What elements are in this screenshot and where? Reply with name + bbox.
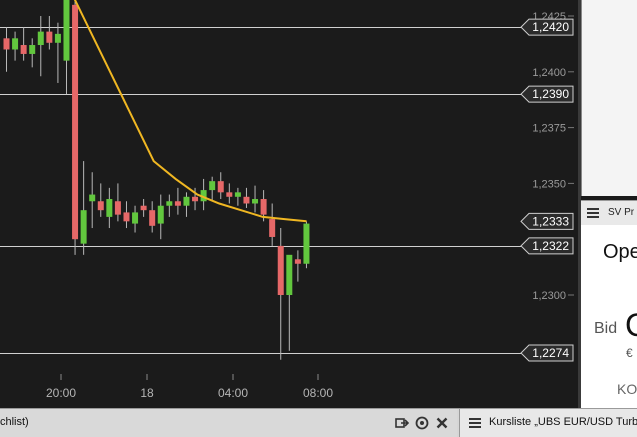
candle-body <box>209 181 216 191</box>
candlestick-chart[interactable]: 1,24251,24001,23751,23501,230020:00 18 04:… <box>0 0 578 408</box>
bid-value: C <box>625 307 637 343</box>
x-tick-label: 04:00 <box>218 386 248 400</box>
candle-body <box>217 181 224 193</box>
candle-body <box>234 192 241 197</box>
tab-watchlist[interactable]: chlist) <box>0 409 457 437</box>
candle-body <box>132 212 139 224</box>
candle-body <box>97 201 104 211</box>
y-tick-label: 1,2400 <box>532 67 566 79</box>
price-tag-label: 1,2390 <box>532 87 569 101</box>
side-panel-top <box>581 0 637 196</box>
candle-body <box>252 199 259 204</box>
candle-body <box>149 210 156 226</box>
price-tag-label: 1,2274 <box>532 346 569 360</box>
tab-kursliste-label: Kursliste „UBS EUR/USD Turb <box>489 416 637 428</box>
tab-watchlist-label: chlist) <box>0 416 29 428</box>
bottom-tab-bar: chlist) Kursliste „UBS EUR/USD Turb <box>0 408 637 437</box>
candle-body <box>260 199 267 215</box>
ko-label: KO <box>617 381 637 397</box>
x-tick-label: 20:00 <box>46 386 76 400</box>
candle-body <box>63 0 70 61</box>
candle-body <box>269 219 276 237</box>
side-panel-header[interactable]: SV Pr <box>581 200 637 226</box>
candle-body <box>29 45 36 54</box>
menu-icon[interactable] <box>469 418 481 428</box>
x-tick-label: 08:00 <box>303 386 333 400</box>
candle-body <box>226 192 233 197</box>
price-tag-label: 1,2420 <box>532 20 569 34</box>
side-panel-heading: Ope <box>603 241 637 263</box>
moving-average-line <box>73 0 307 223</box>
candle-body <box>54 33 61 43</box>
bid-label: Bid <box>594 320 618 337</box>
candle-body <box>3 38 10 50</box>
candle-body <box>183 196 190 206</box>
candle-body <box>277 245 284 295</box>
detach-icon[interactable] <box>395 416 409 430</box>
candle-body <box>72 4 79 240</box>
tab-kursliste[interactable]: Kursliste „UBS EUR/USD Turb <box>459 409 637 437</box>
candle-body <box>89 194 96 202</box>
candle-body <box>12 38 19 50</box>
candle-body <box>114 201 121 215</box>
candle-body <box>37 31 44 46</box>
candle-body <box>303 223 310 264</box>
x-tick-label: 18 <box>140 386 154 400</box>
candle-body <box>123 212 130 222</box>
candle-body <box>243 196 250 204</box>
side-panel-body: Ope Bid C € KO <box>581 225 637 408</box>
candle-body <box>157 205 164 224</box>
currency-label: € <box>626 346 633 360</box>
candle-body <box>20 45 27 54</box>
candle-body <box>174 201 181 206</box>
settings-icon[interactable] <box>415 416 429 430</box>
price-tag-label: 1,2322 <box>532 239 569 253</box>
candle-body <box>106 199 113 217</box>
candle-body <box>80 210 87 244</box>
price-tag-label: 1,2333 <box>532 214 569 228</box>
y-tick-label: 1,2350 <box>532 178 566 190</box>
candle-body <box>166 201 173 206</box>
candle-body <box>294 259 301 264</box>
y-tick-label: 1,2300 <box>532 290 566 302</box>
close-icon[interactable] <box>435 416 449 430</box>
candle-body <box>46 31 53 43</box>
candle-body <box>140 205 147 211</box>
menu-icon[interactable] <box>587 208 599 218</box>
candle-body <box>192 196 199 202</box>
chart-panel[interactable]: 1,2425 1,2400 1,2375 1,2350 1,2300 20:00 18 04:… <box>0 0 578 408</box>
side-panel-title: SV Pr <box>608 207 635 218</box>
candle-body <box>286 254 293 295</box>
y-tick-label: 1,2375 <box>532 123 566 135</box>
